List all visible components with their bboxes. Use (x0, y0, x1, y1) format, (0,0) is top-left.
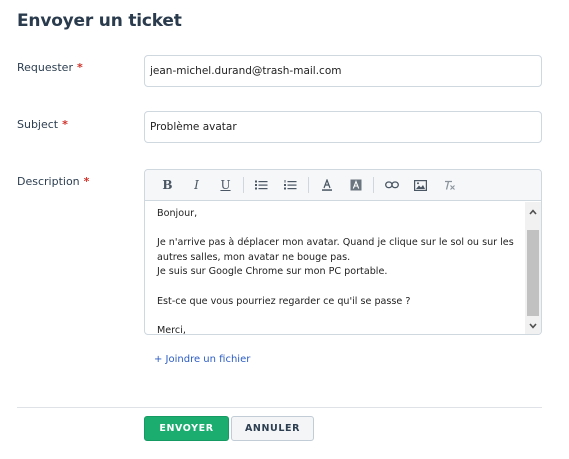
link-button[interactable] (377, 174, 406, 196)
font-color-icon (321, 179, 332, 191)
clear-format-button[interactable] (435, 174, 464, 196)
required-mark: * (76, 61, 83, 74)
toolbar-divider (373, 177, 374, 193)
scrollbar-thumb[interactable] (527, 230, 539, 316)
requester-label: Requester * (17, 61, 83, 74)
numbered-list-button[interactable] (276, 174, 305, 196)
numbered-list-icon (284, 180, 297, 190)
required-mark: * (83, 175, 90, 188)
description-line: Est-ce que vous pourriez regarder ce qu'… (157, 295, 411, 307)
chevron-down-icon (529, 323, 537, 329)
toolbar-divider (243, 177, 244, 193)
page-title: Envoyer un ticket (17, 11, 182, 31)
description-editor[interactable]: B I U Bonjour, Je n'arrive pas à déplace… (144, 169, 542, 335)
requester-value: jean-michel.durand@trash-mail.com (150, 65, 342, 77)
italic-button[interactable]: I (182, 174, 211, 196)
description-line: Je suis sur Google Chrome sur mon PC por… (157, 266, 388, 278)
editor-scrollbar[interactable] (525, 202, 541, 334)
attach-file-link[interactable]: + Joindre un fichier (154, 354, 250, 365)
image-icon (414, 179, 427, 191)
description-line: Bonjour, (157, 208, 198, 219)
font-color-button[interactable] (312, 174, 341, 196)
description-line: Je n'arrive pas à déplacer mon avatar. Q… (157, 237, 514, 249)
subject-field[interactable]: Problème avatar (144, 111, 542, 143)
underline-button[interactable]: U (211, 174, 240, 196)
description-line: Merci, (157, 324, 186, 335)
description-line (157, 222, 513, 237)
bulleted-list-icon (255, 180, 268, 190)
requester-label-text: Requester (17, 61, 73, 74)
editor-toolbar: B I U (145, 170, 541, 201)
scroll-down-button[interactable] (525, 318, 541, 334)
subject-label-text: Subject (17, 118, 59, 131)
image-button[interactable] (406, 174, 435, 196)
clear-format-icon (445, 180, 455, 190)
bulleted-list-button[interactable] (247, 174, 276, 196)
send-button[interactable]: ENVOYER (144, 416, 229, 441)
subject-value: Problème avatar (150, 121, 237, 133)
description-label-text: Description (17, 175, 80, 188)
requester-field[interactable]: jean-michel.durand@trash-mail.com (144, 55, 542, 87)
required-mark: * (62, 118, 68, 131)
cancel-button[interactable]: ANNULER (231, 416, 314, 441)
subject-label: Subject * (17, 118, 68, 131)
link-icon (384, 181, 399, 189)
description-line (157, 280, 513, 295)
toolbar-divider (308, 177, 309, 193)
footer-divider (17, 407, 542, 408)
background-color-icon (350, 179, 361, 191)
chevron-up-icon (529, 209, 537, 215)
description-line (157, 309, 513, 324)
scroll-up-button[interactable] (525, 204, 541, 220)
description-line: autres salles, mon avatar ne bouge pas. (157, 251, 351, 263)
bold-button[interactable]: B (153, 174, 182, 196)
background-color-button[interactable] (341, 174, 370, 196)
description-text[interactable]: Bonjour, Je n'arrive pas à déplacer mon … (145, 202, 525, 335)
description-label: Description * (17, 175, 89, 188)
